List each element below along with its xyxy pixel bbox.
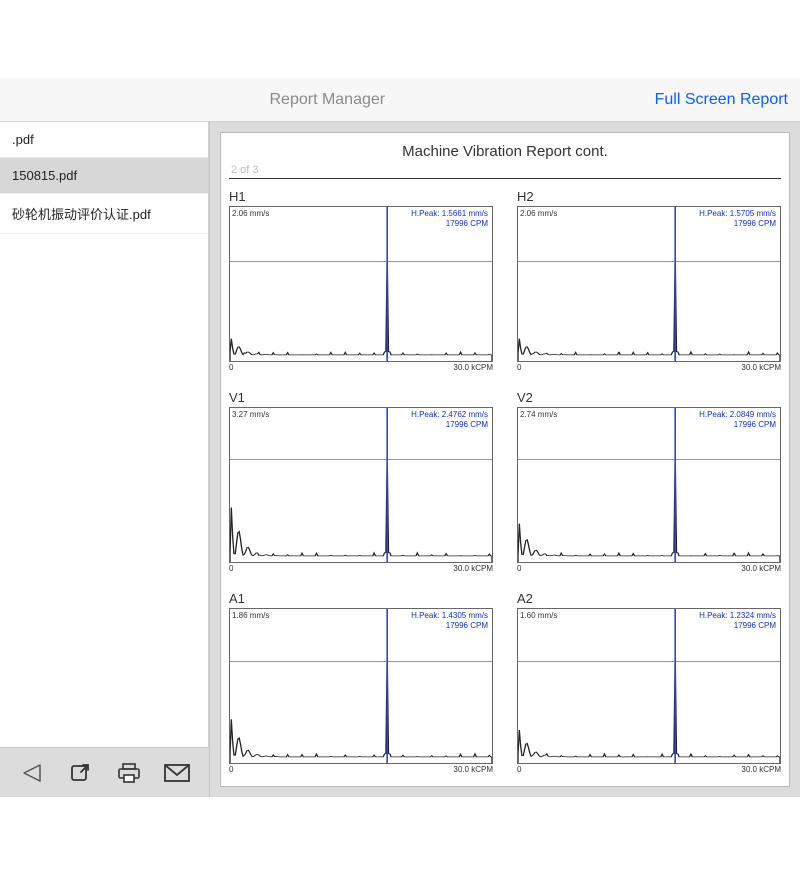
x-axis-labels: 0 30.0 kCPM	[229, 765, 493, 774]
report-area[interactable]: Machine Vibration Report cont. 2 of 3 H1…	[210, 122, 800, 797]
x-min-label: 0	[229, 765, 233, 774]
x-max-label: 30.0 kCPM	[453, 363, 493, 372]
chart-plot: 2.06 mm/sH.Peak: 1.5705 mm/s17996 CPM	[517, 206, 781, 362]
chart-title: H1	[229, 189, 493, 204]
x-axis-labels: 0 30.0 kCPM	[229, 564, 493, 573]
sidebar-toolbar	[0, 747, 209, 797]
chart-plot: 2.74 mm/sH.Peak: 2.0849 mm/s17996 CPM	[517, 407, 781, 563]
x-max-label: 30.0 kCPM	[741, 765, 781, 774]
chart-grid: H12.06 mm/sH.Peak: 1.5661 mm/s17996 CPM0…	[229, 189, 781, 778]
page-title: Report Manager	[0, 91, 655, 109]
share-button[interactable]	[65, 759, 95, 787]
print-button[interactable]	[114, 759, 144, 787]
chart-cell-V2: V2 2.74 mm/sH.Peak: 2.0849 mm/s17996 CPM0…	[517, 390, 781, 573]
chart-cell-V1: V1 3.27 mm/sH.Peak: 2.4762 mm/s17996 CPM0…	[229, 390, 493, 573]
x-max-label: 30.0 kCPM	[453, 765, 493, 774]
print-icon	[116, 762, 142, 784]
chart-title: A1	[229, 591, 493, 606]
x-axis-labels: 0 30.0 kCPM	[517, 363, 781, 372]
x-min-label: 0	[517, 363, 521, 372]
chart-cell-A1: A1 1.86 mm/sH.Peak: 1.4305 mm/s17996 CPM0…	[229, 591, 493, 774]
x-axis-labels: 0 30.0 kCPM	[229, 363, 493, 372]
x-min-label: 0	[517, 765, 521, 774]
page-indicator: 2 of 3	[231, 164, 259, 176]
top-bar: Report Manager Full Screen Report	[0, 78, 800, 122]
spectrum-svg	[518, 408, 780, 562]
file-item[interactable]: 150815.pdf	[0, 158, 208, 194]
x-max-label: 30.0 kCPM	[741, 564, 781, 573]
x-axis-labels: 0 30.0 kCPM	[517, 765, 781, 774]
report-title: Machine Vibration Report cont.	[229, 143, 781, 160]
chart-plot: 2.06 mm/sH.Peak: 1.5661 mm/s17996 CPM	[229, 206, 493, 362]
x-max-label: 30.0 kCPM	[453, 564, 493, 573]
share-icon	[68, 762, 92, 784]
x-max-label: 30.0 kCPM	[741, 363, 781, 372]
spectrum-svg	[230, 207, 492, 361]
chart-plot: 1.86 mm/sH.Peak: 1.4305 mm/s17996 CPM	[229, 608, 493, 764]
main-content: .pdf 150815.pdf 砂轮机振动评价认证.pdf	[0, 122, 800, 797]
x-min-label: 0	[229, 363, 233, 372]
full-screen-report-link[interactable]: Full Screen Report	[655, 91, 800, 109]
spectrum-svg	[518, 207, 780, 361]
x-axis-labels: 0 30.0 kCPM	[517, 564, 781, 573]
file-item[interactable]: .pdf	[0, 122, 208, 158]
chart-plot: 1.60 mm/sH.Peak: 1.2324 mm/s17996 CPM	[517, 608, 781, 764]
file-list: .pdf 150815.pdf 砂轮机振动评价认证.pdf	[0, 122, 209, 747]
report-page: Machine Vibration Report cont. 2 of 3 H1…	[220, 132, 790, 787]
x-min-label: 0	[229, 564, 233, 573]
back-button[interactable]	[17, 759, 47, 787]
email-icon	[163, 763, 191, 783]
spectrum-svg	[230, 609, 492, 763]
chart-title: A2	[517, 591, 781, 606]
chart-title: H2	[517, 189, 781, 204]
chart-title: V1	[229, 390, 493, 405]
back-icon	[20, 762, 44, 784]
file-item[interactable]: 砂轮机振动评价认证.pdf	[0, 194, 208, 234]
sidebar: .pdf 150815.pdf 砂轮机振动评价认证.pdf	[0, 122, 210, 797]
email-button[interactable]	[162, 759, 192, 787]
spectrum-svg	[230, 408, 492, 562]
chart-cell-H2: H2 2.06 mm/sH.Peak: 1.5705 mm/s17996 CPM0…	[517, 189, 781, 372]
page-bar: 2 of 3	[229, 164, 781, 179]
chart-cell-H1: H1 2.06 mm/sH.Peak: 1.5661 mm/s17996 CPM0…	[229, 189, 493, 372]
spectrum-svg	[518, 609, 780, 763]
x-min-label: 0	[517, 564, 521, 573]
chart-title: V2	[517, 390, 781, 405]
chart-cell-A2: A2 1.60 mm/sH.Peak: 1.2324 mm/s17996 CPM0…	[517, 591, 781, 774]
chart-plot: 3.27 mm/sH.Peak: 2.4762 mm/s17996 CPM	[229, 407, 493, 563]
